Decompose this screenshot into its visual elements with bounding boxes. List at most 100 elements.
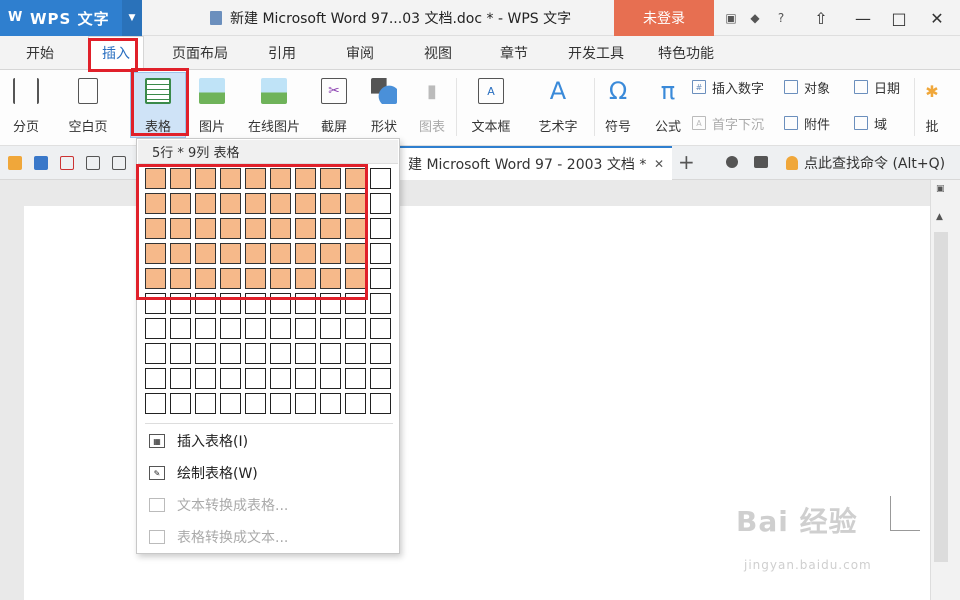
table-grid-cell[interactable] (320, 368, 341, 389)
table-grid-cell[interactable] (270, 393, 291, 414)
table-grid-cell[interactable] (220, 243, 241, 264)
table-grid-cell[interactable] (295, 168, 316, 189)
table-grid-cell[interactable] (170, 318, 191, 339)
table-grid-cell[interactable] (195, 218, 216, 239)
table-grid-cell[interactable] (270, 218, 291, 239)
table-grid-cell[interactable] (270, 368, 291, 389)
tab-page-layout[interactable]: 页面布局 (160, 36, 240, 70)
table-grid-cell[interactable] (295, 268, 316, 289)
wordart-button[interactable]: A 艺术字 (528, 74, 588, 138)
table-grid-cell[interactable] (145, 243, 166, 264)
table-grid-cell[interactable] (170, 168, 191, 189)
screenshot-button[interactable]: ✂ 截屏 (312, 74, 356, 138)
table-grid-cell[interactable] (370, 168, 391, 189)
table-grid-cell[interactable] (295, 318, 316, 339)
table-grid-cell[interactable] (220, 193, 241, 214)
insert-table-menu-item[interactable]: ▦ 插入表格(I) (149, 428, 248, 454)
table-grid-cell[interactable] (320, 243, 341, 264)
table-grid-cell[interactable] (145, 293, 166, 314)
table-grid-cell[interactable] (270, 343, 291, 364)
date-button[interactable]: 日期 (854, 76, 900, 98)
tab-references[interactable]: 引用 (254, 36, 310, 70)
tab-start[interactable]: 开始 (10, 36, 70, 70)
table-grid-cell[interactable] (345, 243, 366, 264)
tab-section[interactable]: 章节 (484, 36, 544, 70)
table-grid-cell[interactable] (145, 318, 166, 339)
table-grid-cell[interactable] (345, 293, 366, 314)
table-grid-cell[interactable] (220, 393, 241, 414)
table-grid-cell[interactable] (370, 393, 391, 414)
table-size-grid[interactable] (145, 168, 391, 414)
table-grid-cell[interactable] (345, 268, 366, 289)
table-grid-cell[interactable] (345, 343, 366, 364)
table-grid-cell[interactable] (270, 318, 291, 339)
table-grid-cell[interactable] (170, 243, 191, 264)
table-grid-cell[interactable] (245, 393, 266, 414)
table-grid-cell[interactable] (245, 168, 266, 189)
table-grid-cell[interactable] (345, 318, 366, 339)
symbol-button[interactable]: Ω 符号 (598, 74, 638, 138)
new-tab-icon[interactable]: + (678, 150, 695, 174)
table-grid-cell[interactable] (370, 268, 391, 289)
comment-button[interactable]: ✱ 批 (920, 74, 944, 138)
table-grid-cell[interactable] (370, 218, 391, 239)
save-icon[interactable] (34, 156, 48, 170)
table-grid-cell[interactable] (220, 218, 241, 239)
app-menu-button[interactable]: W WPS 文字 ▼ (0, 0, 142, 36)
table-grid-cell[interactable] (245, 293, 266, 314)
table-grid-cell[interactable] (220, 318, 241, 339)
tab-review[interactable]: 审阅 (330, 36, 390, 70)
close-tab-icon[interactable]: ✕ (654, 157, 664, 171)
table-grid-cell[interactable] (270, 293, 291, 314)
table-grid-cell[interactable] (370, 293, 391, 314)
table-grid-cell[interactable] (245, 318, 266, 339)
table-grid-cell[interactable] (270, 268, 291, 289)
table-grid-cell[interactable] (295, 218, 316, 239)
table-grid-cell[interactable] (195, 318, 216, 339)
tab-view[interactable]: 视图 (408, 36, 468, 70)
table-grid-cell[interactable] (195, 168, 216, 189)
table-grid-cell[interactable] (170, 343, 191, 364)
table-grid-cell[interactable] (320, 218, 341, 239)
table-grid-cell[interactable] (320, 268, 341, 289)
table-grid-cell[interactable] (270, 168, 291, 189)
table-grid-cell[interactable] (370, 343, 391, 364)
open-folder-icon[interactable] (8, 156, 22, 170)
table-grid-cell[interactable] (320, 393, 341, 414)
maximize-button[interactable]: □ (882, 0, 916, 36)
textbox-button[interactable]: A 文本框 (462, 74, 520, 138)
table-grid-cell[interactable] (320, 293, 341, 314)
table-grid-cell[interactable] (220, 368, 241, 389)
table-grid-cell[interactable] (295, 368, 316, 389)
skin-icon[interactable]: ▣ (722, 9, 740, 27)
insert-number-button[interactable]: # 插入数字 (692, 76, 764, 98)
table-grid-cell[interactable] (145, 193, 166, 214)
table-grid-cell[interactable] (195, 293, 216, 314)
table-grid-cell[interactable] (245, 368, 266, 389)
table-grid-cell[interactable] (195, 243, 216, 264)
table-grid-cell[interactable] (145, 368, 166, 389)
command-search[interactable]: 点此查找命令 (Alt+Q) (786, 146, 945, 180)
table-grid-cell[interactable] (345, 193, 366, 214)
table-grid-cell[interactable] (170, 218, 191, 239)
table-grid-cell[interactable] (370, 193, 391, 214)
chevron-down-icon[interactable]: ▼ (122, 0, 142, 36)
table-grid-cell[interactable] (220, 343, 241, 364)
tab-developer[interactable]: 开发工具 (556, 36, 636, 70)
table-grid-cell[interactable] (295, 393, 316, 414)
table-grid-cell[interactable] (245, 343, 266, 364)
field-button[interactable]: 域 (854, 112, 887, 134)
table-grid-cell[interactable] (245, 243, 266, 264)
table-grid-cell[interactable] (170, 193, 191, 214)
table-grid-cell[interactable] (145, 268, 166, 289)
table-grid-cell[interactable] (320, 168, 341, 189)
shirt-icon[interactable]: ◆ (746, 9, 764, 27)
table-grid-cell[interactable] (245, 268, 266, 289)
online-picture-button[interactable]: 在线图片 (242, 74, 306, 138)
table-grid-cell[interactable] (345, 393, 366, 414)
table-grid-cell[interactable] (170, 393, 191, 414)
drop-cap-button[interactable]: A 首字下沉 (692, 112, 764, 134)
table-grid-cell[interactable] (270, 243, 291, 264)
table-grid-cell[interactable] (245, 193, 266, 214)
table-grid-cell[interactable] (370, 243, 391, 264)
